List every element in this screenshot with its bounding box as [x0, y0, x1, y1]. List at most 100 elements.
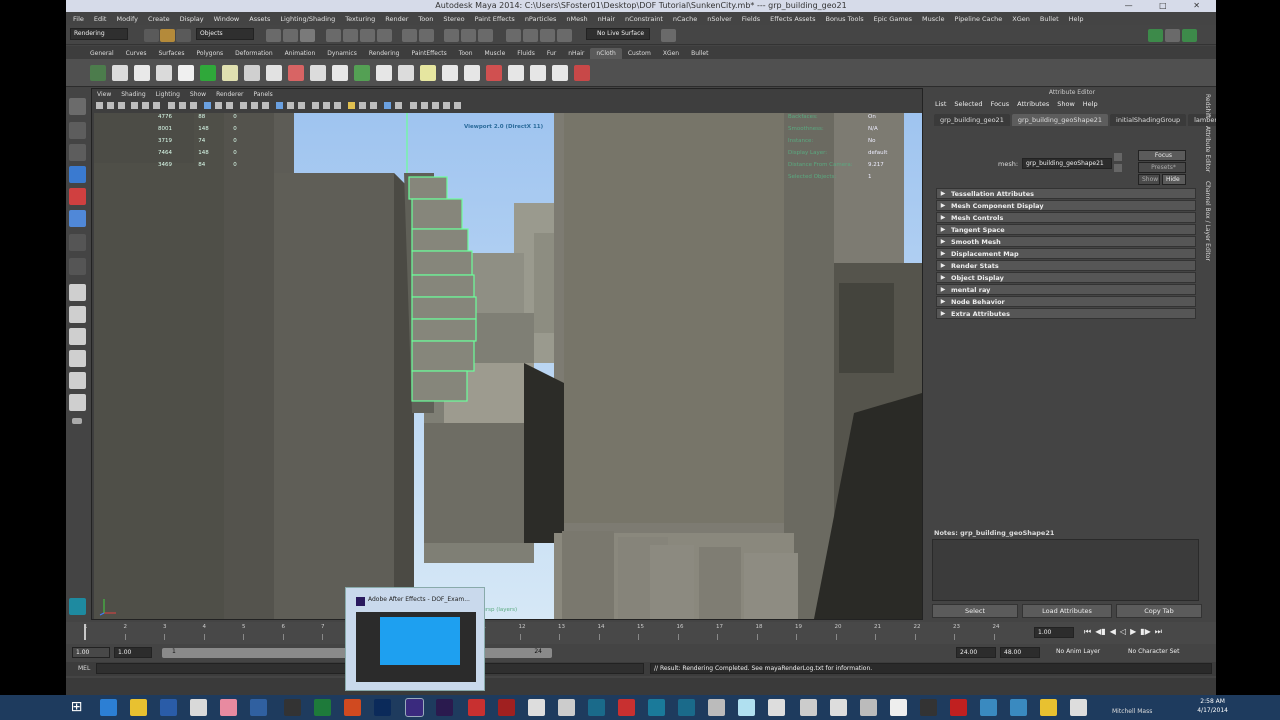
- maya-lt-icon[interactable]: [648, 699, 665, 716]
- side-tab-channel-box[interactable]: Channel Box / Layer Editor: [1204, 181, 1211, 261]
- zbrush-icon[interactable]: [800, 699, 817, 716]
- single-pane-layout-icon[interactable]: [69, 284, 86, 301]
- point-to-surface-icon[interactable]: [288, 65, 304, 81]
- inputs-icon[interactable]: [419, 29, 434, 42]
- save-scene-icon[interactable]: [176, 29, 191, 42]
- menu-help[interactable]: Help: [1064, 15, 1089, 23]
- viewport-3d-scene[interactable]: 4776 88 0 8001 148 0 3719 74 0 7464 148 …: [94, 113, 922, 619]
- menu-lighting-shading[interactable]: Lighting/Shading: [275, 15, 340, 23]
- hide-button[interactable]: Hide: [1162, 174, 1186, 185]
- hypershade-layout-icon[interactable]: [69, 372, 86, 389]
- force-field-icon[interactable]: [354, 65, 370, 81]
- maya-icon[interactable]: [588, 699, 605, 716]
- selection-mode-field[interactable]: Objects: [196, 28, 254, 40]
- select-component-icon[interactable]: [300, 29, 315, 42]
- flash-icon[interactable]: [498, 699, 515, 716]
- select-object-icon[interactable]: [283, 29, 298, 42]
- snap-plane-icon[interactable]: [377, 29, 392, 42]
- bmfont-icon[interactable]: [890, 699, 907, 716]
- mesh-name-field[interactable]: grp_building_geoShape21: [1022, 158, 1112, 169]
- attr-section[interactable]: ▶ Smooth Mesh: [936, 236, 1196, 247]
- append-cache-icon[interactable]: [530, 65, 546, 81]
- new-scene-icon[interactable]: [144, 29, 159, 42]
- select-input-icon[interactable]: [1114, 153, 1122, 161]
- play-back-icon[interactable]: ◁: [1120, 627, 1126, 638]
- motionbuilder-icon[interactable]: [768, 699, 785, 716]
- menu-create[interactable]: Create: [143, 15, 175, 23]
- shelf-tab-animation[interactable]: Animation: [279, 48, 322, 59]
- after-effects-taskbar-icon[interactable]: [405, 698, 424, 717]
- xnormal-icon[interactable]: [830, 699, 847, 716]
- snap-grid-icon[interactable]: [326, 29, 341, 42]
- render-settings-icon[interactable]: [478, 29, 493, 42]
- knald-icon[interactable]: [860, 699, 877, 716]
- panel-menu-view[interactable]: View: [92, 91, 116, 98]
- panel-menu-renderer[interactable]: Renderer: [211, 91, 248, 98]
- softimage-icon[interactable]: [738, 699, 755, 716]
- scale-tool-icon[interactable]: [69, 210, 86, 227]
- slide-on-surface-icon[interactable]: [310, 65, 326, 81]
- anim-layer-dropdown[interactable]: No Anim Layer: [1056, 648, 1100, 655]
- autocad-icon[interactable]: [618, 699, 635, 716]
- attract-to-matching-mesh-icon[interactable]: [376, 65, 392, 81]
- shelf-tab-ncloth[interactable]: nCloth: [590, 48, 622, 59]
- shelf-tab-muscle[interactable]: Muscle: [479, 48, 512, 59]
- current-time-marker[interactable]: [84, 624, 86, 640]
- notepad-icon[interactable]: [708, 699, 725, 716]
- panel-menu-shading[interactable]: Shading: [116, 91, 150, 98]
- create-ncloth-icon[interactable]: [90, 65, 106, 81]
- component-constraint-icon[interactable]: [266, 65, 282, 81]
- character-set-dropdown[interactable]: No Character Set: [1128, 648, 1179, 655]
- shelf-tab-dynamics[interactable]: Dynamics: [321, 48, 363, 59]
- show-button[interactable]: Show: [1138, 174, 1160, 185]
- expand-arrow-icon[interactable]: ▶: [937, 190, 949, 197]
- panel-menu-show[interactable]: Show: [185, 91, 211, 98]
- attr-menu-show[interactable]: Show: [1053, 100, 1079, 108]
- attr-tab[interactable]: initialShadingGroup: [1110, 114, 1187, 126]
- side-tab-attribute-editor[interactable]: Attribute Editor: [1204, 126, 1211, 172]
- cache-delete-icon[interactable]: [486, 65, 502, 81]
- history-icon[interactable]: [402, 29, 417, 42]
- absolute-transform-icon[interactable]: [661, 29, 676, 42]
- udk-icon[interactable]: [284, 699, 301, 716]
- attr-menu-list[interactable]: List: [931, 100, 950, 108]
- show-hide-channel-box-icon[interactable]: [1182, 29, 1197, 42]
- modeling-toolkit-icon[interactable]: [506, 29, 521, 42]
- ncloth-cache-icon[interactable]: [156, 65, 172, 81]
- show-manipulator-icon[interactable]: [69, 258, 86, 275]
- attr-section[interactable]: ▶ Render Stats: [936, 260, 1196, 271]
- snap-curve-icon[interactable]: [343, 29, 358, 42]
- tool-icon[interactable]: [920, 699, 937, 716]
- show-hide-tool-settings-icon[interactable]: [1165, 29, 1180, 42]
- attr-section[interactable]: ▶ Mesh Component Display: [936, 200, 1196, 211]
- go-to-start-icon[interactable]: ⏮: [1084, 627, 1091, 638]
- menu-file[interactable]: File: [68, 15, 89, 23]
- move-tool-icon[interactable]: [69, 166, 86, 183]
- sculpt-icon[interactable]: [523, 29, 538, 42]
- shelf-tab-toon[interactable]: Toon: [453, 48, 479, 59]
- menu-assets[interactable]: Assets: [244, 15, 275, 23]
- chrome-2-icon[interactable]: [1040, 699, 1057, 716]
- step-forward-key-icon[interactable]: ▮▶: [1140, 627, 1151, 638]
- menu-ncache[interactable]: nCache: [668, 15, 702, 23]
- panel-menu-panels[interactable]: Panels: [248, 91, 277, 98]
- persp-outliner-layout-icon[interactable]: [69, 328, 86, 345]
- shelf-tab-painteffects[interactable]: PaintEffects: [405, 48, 452, 59]
- attr-section[interactable]: ▶ Extra Attributes: [936, 308, 1196, 319]
- menu-pipeline-cache[interactable]: Pipeline Cache: [950, 15, 1008, 23]
- select-output-icon[interactable]: [1114, 164, 1122, 172]
- menu-nsolver[interactable]: nSolver: [702, 15, 737, 23]
- remove-ncloth-icon[interactable]: [134, 65, 150, 81]
- shelf-tab-curves[interactable]: Curves: [120, 48, 153, 59]
- powerpoint-icon[interactable]: [344, 699, 361, 716]
- rotate-tool-icon[interactable]: [69, 188, 86, 205]
- menu-edit[interactable]: Edit: [89, 15, 112, 23]
- menu-nconstraint[interactable]: nConstraint: [620, 15, 668, 23]
- system-clock[interactable]: 2:58 AM 4/17/2014: [1197, 697, 1228, 715]
- attr-section[interactable]: ▶ Object Display: [936, 272, 1196, 283]
- last-tool-icon[interactable]: [69, 234, 86, 251]
- menu-paint-effects[interactable]: Paint Effects: [470, 15, 520, 23]
- expand-arrow-icon[interactable]: ▶: [937, 202, 949, 209]
- window-controls[interactable]: — □ ✕: [1125, 0, 1212, 12]
- menu-effects-assets[interactable]: Effects Assets: [765, 15, 820, 23]
